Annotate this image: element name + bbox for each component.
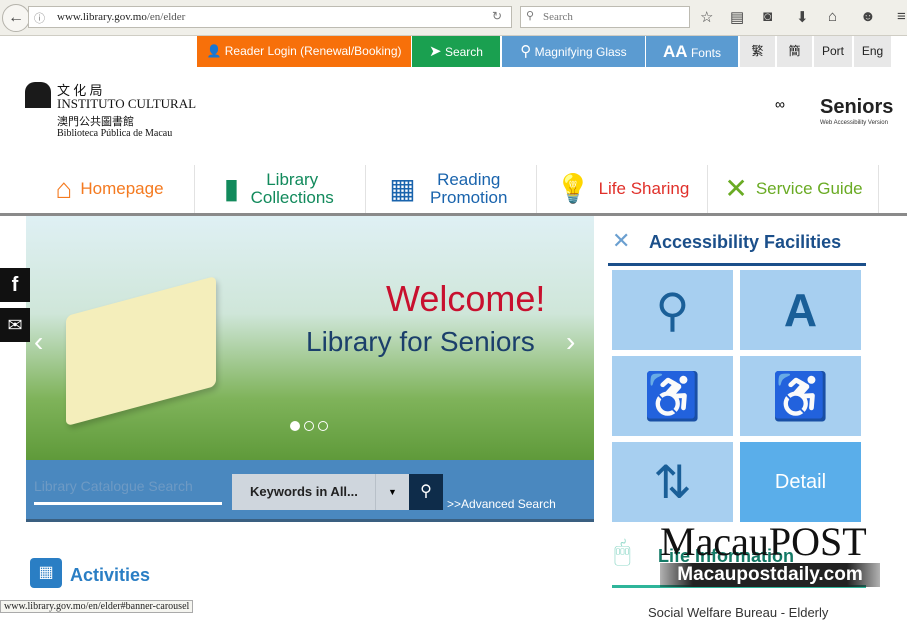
pocket-icon[interactable]: ◙: [763, 8, 772, 25]
elevator-icon: ⇅: [653, 456, 692, 508]
address-bar[interactable]: www.library.gov.mo/en/elder: [28, 6, 512, 28]
smiley-icon[interactable]: ☻: [860, 8, 876, 25]
banner-welcome: Welcome!: [386, 278, 546, 319]
menu-icon[interactable]: ≡: [897, 8, 906, 25]
detail-button[interactable]: Detail: [740, 442, 861, 522]
lang-traditional[interactable]: 繁: [740, 36, 775, 67]
seniors-subtitle: Web Accessibility Version: [820, 120, 888, 126]
label: Service Guide: [755, 179, 863, 198]
magnifier-tile[interactable]: ⚲: [612, 270, 733, 350]
info-icon[interactable]: ⓘ: [34, 10, 45, 26]
dropdown-caret-icon[interactable]: ▼: [375, 474, 409, 510]
mouse-icon: 🖱: [614, 536, 631, 567]
search-icon: ⚲: [526, 10, 535, 22]
lang-english[interactable]: Eng: [854, 36, 891, 67]
facebook-icon[interactable]: f: [0, 268, 30, 302]
calendar-icon: ▦: [389, 173, 416, 204]
magnifier-icon: ⚲: [655, 284, 690, 336]
reload-icon[interactable]: ↻: [492, 9, 502, 23]
logo-pt: INSTITUTO CULTURAL: [57, 96, 197, 111]
download-icon[interactable]: ⬇: [796, 8, 809, 26]
elevator-tile[interactable]: ⇅: [612, 442, 733, 522]
catalogue-search-bar: Library Catalogue Search Keywords in All…: [26, 460, 594, 522]
label: Homepage: [80, 179, 164, 198]
label: Detail: [774, 471, 827, 493]
url-domain: www.library.gov.mo: [57, 11, 147, 23]
banner-carousel[interactable]: Welcome! Library for Seniors ‹ ›: [26, 216, 594, 460]
navigation-arrow-icon: ➤: [429, 43, 442, 60]
banner-subtitle: Library for Seniors: [306, 326, 535, 357]
macaupost-watermark-url: Macaupostdaily.com: [660, 563, 880, 587]
back-button[interactable]: ←: [2, 4, 30, 32]
placeholder: Library Catalogue Search: [34, 478, 193, 494]
nav-homepage[interactable]: ⌂ Homepage: [25, 165, 195, 213]
search-button[interactable]: ➤ Search: [412, 36, 500, 67]
lang-portuguese[interactable]: Port: [814, 36, 852, 67]
user-icon: 👤: [206, 44, 222, 58]
search-placeholder: Search: [543, 11, 573, 23]
url-path: /en/elder: [146, 11, 186, 23]
label: Search: [444, 45, 483, 59]
label: Library Collections: [250, 170, 334, 207]
title-underline: [608, 263, 866, 266]
email-icon[interactable]: ✉: [0, 308, 30, 342]
font-resize-tile[interactable]: A: [740, 270, 861, 350]
house-icon: ⌂: [55, 173, 73, 204]
library-zh: 澳門公共圖書館: [57, 116, 134, 128]
advanced-search-link[interactable]: >>Advanced Search: [447, 497, 556, 511]
wheelchair-ramp-tile[interactable]: ♿: [740, 356, 861, 436]
open-book-image: [66, 275, 216, 427]
label: Reading Promotion: [429, 170, 508, 207]
browser-search-input[interactable]: Search: [520, 6, 690, 28]
magnifier-icon: ⚲: [520, 43, 532, 60]
glasses-mustache-icon: ∞: [775, 96, 785, 112]
tools-icon: ✕: [724, 173, 748, 204]
nav-reading-promotion[interactable]: ▦ Reading Promotion: [367, 165, 537, 213]
nav-library-collections[interactable]: ▮ Library Collections: [196, 165, 366, 213]
reading-list-icon[interactable]: ▤: [730, 8, 744, 26]
next-slide-arrow[interactable]: ›: [566, 326, 575, 358]
catalogue-search-input[interactable]: Library Catalogue Search: [34, 478, 222, 505]
label: Reader Login (Renewal/Booking): [224, 44, 402, 58]
prev-slide-arrow[interactable]: ‹: [34, 326, 43, 358]
lang-simplified[interactable]: 簡: [777, 36, 812, 67]
label: Fonts: [690, 46, 721, 60]
catalogue-search-button[interactable]: ⚲: [409, 474, 443, 510]
library-pt: Biblioteca Pública de Macau: [57, 128, 173, 139]
calendar-icon: ▦: [30, 558, 62, 588]
tools-icon: ✕: [612, 228, 631, 253]
home-icon[interactable]: ⌂: [828, 8, 837, 25]
macaupost-watermark-logo: MacauPOST: [660, 519, 867, 564]
nav-life-sharing[interactable]: 💡 Life Sharing: [538, 165, 708, 213]
status-bar-url: www.library.gov.mo/en/elder#banner-carou…: [0, 600, 194, 613]
label: Magnifying Glass: [534, 45, 627, 59]
reader-login-button[interactable]: 👤 Reader Login (Renewal/Booking): [197, 36, 411, 67]
wheelchair-ramp-icon: ♿: [771, 370, 830, 422]
book-icon: ▮: [223, 173, 240, 204]
search-scope-select[interactable]: Keywords in All...: [232, 474, 375, 510]
activities-title: Activities: [70, 565, 151, 585]
nav-service-guide[interactable]: ✕ Service Guide: [709, 165, 879, 213]
scope-value: Keywords in All...: [250, 484, 358, 499]
lightbulb-icon: 💡: [555, 173, 591, 204]
slide-dot-active[interactable]: [290, 421, 300, 431]
magnifying-glass-button[interactable]: ⚲ Magnifying Glass: [502, 36, 645, 67]
logo-mark: [25, 82, 51, 108]
slide-dot[interactable]: [304, 421, 314, 431]
label: Life Sharing: [598, 179, 690, 198]
font-resize-icon: A: [783, 284, 818, 336]
wheelchair-icon: ♿: [643, 370, 702, 422]
bookmark-star-icon[interactable]: ☆: [700, 8, 713, 26]
seniors-title[interactable]: Seniors: [820, 96, 893, 119]
font-size-icon: AA: [663, 42, 688, 61]
wheelchair-tile[interactable]: ♿: [612, 356, 733, 436]
slide-dot[interactable]: [318, 421, 328, 431]
fonts-button[interactable]: AA Fonts: [646, 36, 738, 67]
accessibility-title: Accessibility Facilities: [649, 232, 842, 252]
